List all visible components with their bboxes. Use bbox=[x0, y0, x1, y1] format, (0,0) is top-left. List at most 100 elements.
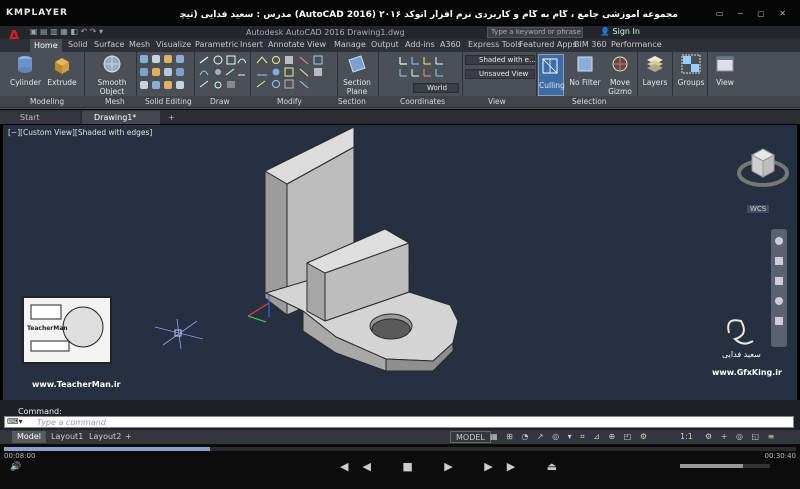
tab-manage[interactable]: Manage bbox=[334, 40, 366, 49]
player-caption: مجموعه آموزشی جامع ، گام به گام و کاربرد… bbox=[180, 10, 678, 20]
playback-buttons[interactable]: ◀◀ ■ ▶ ▶▶ ⏏ bbox=[340, 460, 571, 473]
model-canvas bbox=[3, 125, 797, 400]
cylinder-label: Cylinder bbox=[10, 78, 42, 87]
named-view-dropdown[interactable]: Unsaved View bbox=[465, 69, 535, 79]
smooth-object-label: Smooth Object bbox=[97, 78, 127, 96]
volume-icon[interactable]: 🔊 bbox=[10, 462, 21, 472]
sign-in-button[interactable]: 👤 Sign In bbox=[600, 27, 640, 36]
tab-annotate[interactable]: Annotate bbox=[268, 40, 305, 49]
viewport-controls-label[interactable]: [−][Custom View][Shaded with edges] bbox=[8, 128, 152, 137]
draw-tools[interactable] bbox=[198, 55, 247, 93]
modify-tools-icons bbox=[256, 55, 323, 89]
tab-start-label: Start bbox=[20, 113, 40, 122]
groups-button[interactable]: Groups bbox=[676, 54, 706, 87]
panel-modeling[interactable]: Modeling bbox=[30, 97, 64, 106]
cylinder-button[interactable]: Cylinder bbox=[10, 54, 42, 87]
seek-bar[interactable] bbox=[4, 447, 796, 451]
tab-mesh[interactable]: Mesh bbox=[129, 40, 150, 49]
gfxking-name: سعید فدایی bbox=[722, 350, 761, 359]
tab-home[interactable]: Home bbox=[30, 39, 62, 52]
annotation-scale[interactable]: 1:1 bbox=[675, 431, 698, 443]
navigation-bar bbox=[771, 229, 787, 347]
no-filter-icon bbox=[577, 56, 593, 72]
panel-mesh[interactable]: Mesh bbox=[105, 97, 125, 106]
add-layout-button[interactable]: + bbox=[120, 431, 137, 443]
panel-modify[interactable]: Modify bbox=[277, 97, 302, 106]
panel-draw[interactable]: Draw bbox=[210, 97, 230, 106]
groups-icon bbox=[681, 54, 701, 74]
time-current: 00:08:00 bbox=[4, 452, 36, 460]
player-logo: KMPLAYER bbox=[6, 8, 68, 18]
move-gizmo-icon bbox=[612, 56, 628, 72]
time-total: 00:30:40 bbox=[764, 452, 796, 460]
tab-surface[interactable]: Surface bbox=[94, 40, 124, 49]
tab-model[interactable]: Model bbox=[12, 431, 47, 443]
tab-a360[interactable]: A360 bbox=[440, 40, 461, 49]
tab-bim-360[interactable]: BIM 360 bbox=[574, 40, 607, 49]
command-placeholder: Type a command bbox=[37, 418, 106, 427]
ribbon-panel-labels: Modeling Mesh Solid Editing Draw Modify … bbox=[0, 96, 800, 108]
tab-add-ins[interactable]: Add-ins bbox=[405, 40, 435, 49]
tab-express-tools[interactable]: Express Tools bbox=[468, 40, 522, 49]
app-title: Autodesk AutoCAD 2016 Drawing1.dwg bbox=[246, 28, 405, 37]
search-input[interactable]: Type a keyword or phrase bbox=[487, 27, 583, 38]
tab-performance[interactable]: Performance bbox=[611, 40, 662, 49]
command-label: Command: bbox=[18, 407, 62, 416]
ucs-dropdown[interactable]: World bbox=[413, 83, 459, 93]
tab-solid[interactable]: Solid bbox=[68, 40, 88, 49]
layers-label: Layers bbox=[642, 78, 668, 87]
view-panel-label: View bbox=[716, 78, 734, 87]
drawing-viewport[interactable] bbox=[3, 125, 797, 400]
volume-level bbox=[680, 464, 743, 468]
solid-editing-tools[interactable] bbox=[140, 55, 190, 93]
panel-solid-editing[interactable]: Solid Editing bbox=[145, 97, 192, 106]
modify-tools[interactable] bbox=[254, 55, 334, 93]
tab-drawing1-label: Drawing1* bbox=[94, 113, 137, 122]
tab-drawing1[interactable]: Drawing1* ✕ bbox=[82, 111, 160, 135]
layout-tab-bar: Model Layout1 Layout2 + MODEL ▦ ⊞ ◔ ↗ ◎ … bbox=[0, 430, 800, 444]
tab-visualize[interactable]: Visualize bbox=[156, 40, 191, 49]
extrude-button[interactable]: Extrude bbox=[47, 54, 77, 87]
tab-insert[interactable]: Insert bbox=[240, 40, 263, 49]
player-window-controls[interactable]: ▭ ─ ▢ ✕ bbox=[716, 9, 792, 18]
layers-icon bbox=[647, 56, 663, 72]
tab-featured-apps[interactable]: Featured Apps bbox=[519, 40, 577, 49]
section-plane-label: Section Plane bbox=[343, 78, 371, 96]
panel-coordinates[interactable]: Coordinates bbox=[400, 97, 445, 106]
panel-selection[interactable]: Selection bbox=[572, 97, 607, 106]
tab-start[interactable]: Start bbox=[0, 111, 80, 124]
new-tab-button[interactable]: + bbox=[162, 111, 181, 124]
smooth-object-button[interactable]: Smooth Object bbox=[95, 54, 129, 96]
command-prompt-icon[interactable]: ⌨▾ bbox=[7, 417, 23, 426]
extrude-label: Extrude bbox=[47, 78, 77, 87]
layers-button[interactable]: Layers bbox=[640, 54, 670, 87]
culling-button[interactable]: Culling bbox=[538, 54, 565, 96]
section-plane-icon bbox=[348, 55, 366, 73]
smooth-object-icon bbox=[103, 55, 121, 73]
teacherman-badge: TeacherMan bbox=[27, 325, 68, 332]
volume-slider[interactable] bbox=[680, 464, 770, 468]
sign-in-label: Sign In bbox=[612, 27, 640, 36]
tab-view[interactable]: View bbox=[307, 40, 326, 49]
wcs-menu[interactable]: WCS bbox=[747, 205, 770, 213]
tab-layout1[interactable]: Layout1 bbox=[46, 431, 88, 443]
visual-style-dropdown[interactable]: Shaded with e... bbox=[465, 55, 536, 65]
status-bar-right-tools[interactable]: ⚙ + ◎ ◱ ≡ bbox=[700, 431, 782, 443]
culling-icon bbox=[542, 58, 558, 74]
view-panel-button[interactable]: View bbox=[710, 54, 740, 87]
move-gizmo-label: Move Gizmo bbox=[608, 78, 632, 96]
command-line-input[interactable]: ⌨▾ Type a command bbox=[4, 416, 794, 428]
status-bar-tools[interactable]: ▦ ⊞ ◔ ↗ ◎ ▾ ⌗ ⊿ ⊕ ◰ ⚙ bbox=[485, 431, 655, 443]
panel-section[interactable]: Section bbox=[338, 97, 366, 106]
move-gizmo-button[interactable]: Move Gizmo bbox=[605, 54, 635, 96]
player-controls: 00:08:00 00:30:40 ◀◀ ■ ▶ ▶▶ ⏏ 🔊 bbox=[0, 444, 800, 489]
groups-label: Groups bbox=[677, 78, 705, 87]
tab-output[interactable]: Output bbox=[371, 40, 399, 49]
section-plane-button[interactable]: Section Plane bbox=[341, 54, 373, 96]
cylinder-icon bbox=[18, 56, 32, 73]
no-filter-button[interactable]: No Filter bbox=[568, 54, 602, 87]
panel-view[interactable]: View bbox=[488, 97, 506, 106]
tab-parametric[interactable]: Parametric bbox=[195, 40, 238, 49]
extrude-icon bbox=[55, 58, 69, 74]
quick-access-toolbar[interactable]: ▣ ▤ ▥ ▦ ◧ ↶ ↷ ▾ bbox=[30, 27, 103, 36]
